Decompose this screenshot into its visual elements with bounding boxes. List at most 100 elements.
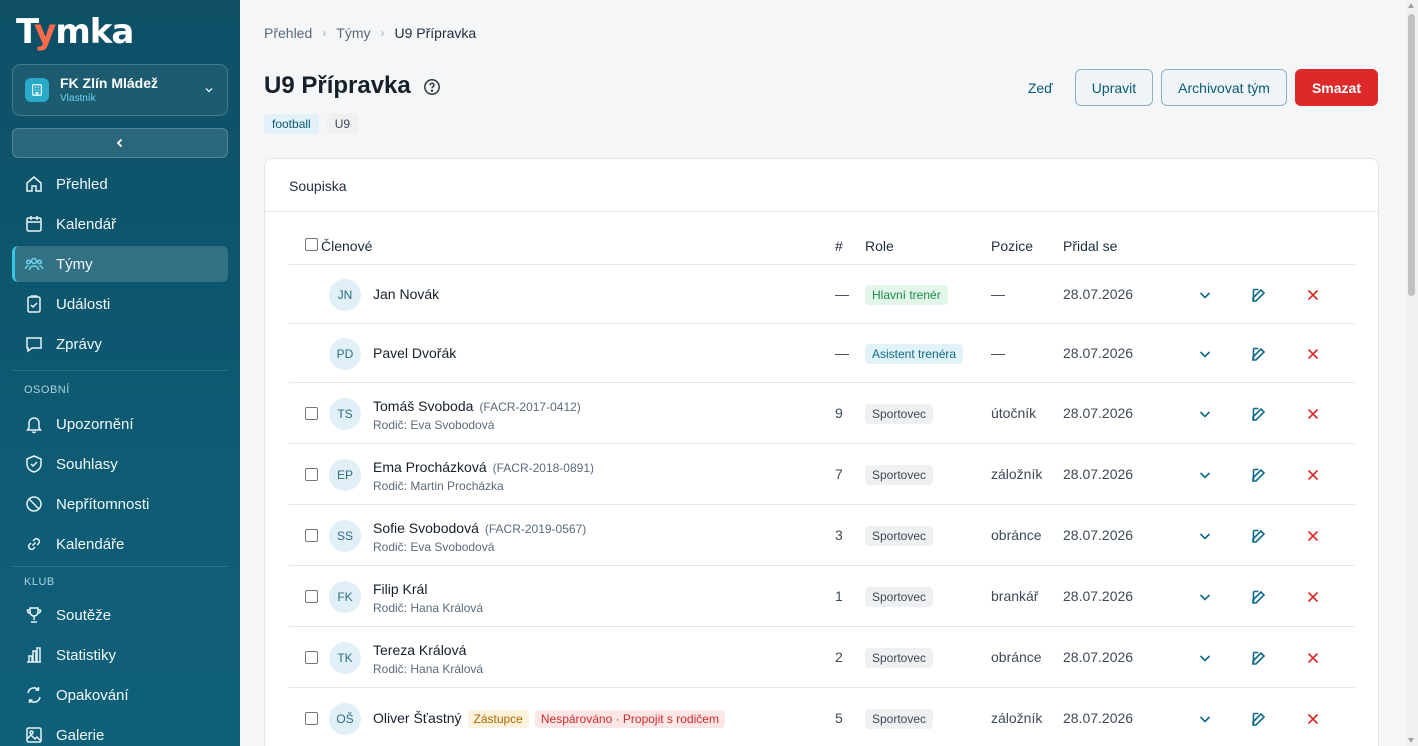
row-checkbox[interactable] xyxy=(305,406,318,420)
sidebar-item-competitions[interactable]: Soutěže xyxy=(12,597,228,633)
edit-team-button[interactable]: Upravit xyxy=(1074,69,1154,106)
delete-team-button[interactable]: Smazat xyxy=(1294,69,1378,106)
member-name-text: Filip Král xyxy=(373,580,428,597)
close-icon[interactable] xyxy=(1304,649,1322,667)
row-checkbox[interactable] xyxy=(305,589,318,603)
club-switcher[interactable]: FK Zlín Mládež Vlastník xyxy=(12,64,228,116)
scroll-down-icon[interactable] xyxy=(1408,738,1414,743)
sidebar-item-consents[interactable]: Souhlasy xyxy=(12,446,228,482)
row-checkbox[interactable] xyxy=(305,467,318,481)
close-icon[interactable] xyxy=(1304,345,1322,363)
breadcrumb-overview[interactable]: Přehled xyxy=(264,25,312,41)
edit-icon[interactable] xyxy=(1250,527,1268,545)
close-icon[interactable] xyxy=(1304,588,1322,606)
member-name-text: Tomáš Svoboda xyxy=(373,397,474,414)
parent-name: Rodič: Hana Králová xyxy=(373,661,484,676)
repeat-icon xyxy=(27,687,41,703)
select-all-checkbox[interactable] xyxy=(305,238,318,251)
role-badge: Sportovec xyxy=(865,647,934,668)
edit-icon[interactable] xyxy=(1250,649,1268,667)
role-badge: Sportovec xyxy=(865,525,934,546)
member-name[interactable]: Filip Král xyxy=(373,581,427,597)
column-role: Role xyxy=(865,238,894,254)
trophy-icon xyxy=(26,607,42,623)
row-checkbox[interactable] xyxy=(305,650,318,664)
avatar: PD xyxy=(329,337,361,370)
chevron-down-icon[interactable] xyxy=(1196,405,1214,423)
edit-icon[interactable] xyxy=(1250,405,1268,423)
card-divider xyxy=(265,211,1378,212)
calendar-icon xyxy=(26,216,42,232)
collapse-sidebar-button[interactable] xyxy=(12,128,228,158)
main-content: Přehled › Týmy › U9 Přípravka U9 Příprav… xyxy=(240,0,1405,746)
joined-date: 28.07.2026 xyxy=(1063,285,1134,302)
team-tags: football U9 xyxy=(264,114,359,134)
sidebar-item-recurring[interactable]: Opakování xyxy=(12,677,228,713)
member-name[interactable]: Tomáš Svoboda (FACR-2017-0412) xyxy=(373,398,581,414)
close-icon[interactable] xyxy=(1304,710,1322,728)
edit-icon[interactable] xyxy=(1250,588,1268,606)
sidebar-item-calendar[interactable]: Kalendář xyxy=(12,206,228,242)
sidebar-item-statistics[interactable]: Statistiky xyxy=(12,637,228,673)
close-icon[interactable] xyxy=(1304,286,1322,304)
link-parent-badge[interactable]: Nespárováno · Propojit s rodičem xyxy=(534,709,725,728)
row-checkbox[interactable] xyxy=(305,528,318,542)
sidebar-item-messages[interactable]: Zprávy xyxy=(12,326,228,362)
edit-icon[interactable] xyxy=(1250,286,1268,304)
sidebar-item-calendars[interactable]: Kalendáře xyxy=(12,526,228,562)
close-icon[interactable] xyxy=(1304,527,1322,545)
chevron-down-icon[interactable] xyxy=(1196,588,1214,606)
position-value: — xyxy=(991,285,1005,302)
chevron-down-icon[interactable] xyxy=(1196,649,1214,667)
sidebar-item-overview[interactable]: Přehled xyxy=(12,166,228,202)
chevron-right-icon: › xyxy=(322,26,327,40)
sidebar-item-events[interactable]: Události xyxy=(12,286,228,322)
close-icon[interactable] xyxy=(1304,466,1322,484)
chevron-down-icon[interactable] xyxy=(1196,345,1214,363)
page-scrollbar[interactable] xyxy=(1405,0,1418,746)
ban-icon xyxy=(26,496,42,512)
help-icon[interactable] xyxy=(423,78,441,96)
page-actions: Zeď Upravit Archivovat tým Smazat xyxy=(1014,69,1378,106)
close-icon[interactable] xyxy=(1304,405,1322,423)
chevron-down-icon[interactable] xyxy=(1196,710,1214,728)
substitute-badge: Zástupce xyxy=(467,709,529,728)
edit-icon[interactable] xyxy=(1250,710,1268,728)
avatar: EP xyxy=(329,458,361,491)
scroll-up-icon[interactable] xyxy=(1408,3,1414,8)
member-name[interactable]: Ema Procházková (FACR-2018-0891) xyxy=(373,459,594,475)
avatar: TS xyxy=(329,397,361,430)
member-name[interactable]: Pavel Dvořák xyxy=(373,345,456,361)
member-name[interactable]: Sofie Svobodová (FACR-2019-0567) xyxy=(373,520,586,536)
scrollbar-thumb[interactable] xyxy=(1408,14,1415,296)
sidebar-item-gallery[interactable]: Galerie xyxy=(12,717,228,746)
member-name[interactable]: Tereza Králová xyxy=(373,642,466,658)
registration-number: (FACR-2017-0412) xyxy=(479,399,581,414)
row-checkbox[interactable] xyxy=(305,711,318,725)
table-row: FK Filip Král Rodič: Hana Králová 1 Sportove… xyxy=(289,566,1355,627)
jersey-number: — xyxy=(835,344,849,361)
sidebar-item-absences[interactable]: Nepřítomnosti xyxy=(12,486,228,522)
archive-team-button[interactable]: Archivovat tým xyxy=(1161,69,1287,106)
chevron-down-icon[interactable] xyxy=(1196,286,1214,304)
app-logo[interactable]: Tymka xyxy=(16,12,134,52)
sidebar-divider xyxy=(12,566,228,567)
wall-button[interactable]: Zeď xyxy=(1014,69,1067,106)
section-label-club: KLUB xyxy=(24,576,55,588)
member-name[interactable]: Oliver Šťastný Zástupce Nespárováno · Prop… xyxy=(373,709,725,728)
chevron-down-icon xyxy=(205,87,213,93)
edit-icon[interactable] xyxy=(1250,466,1268,484)
table-row: TS Tomáš Svoboda (FACR-2017-0412) Rodič: Ev… xyxy=(289,383,1355,444)
table-row: SS Sofie Svobodová (FACR-2019-0567) Rodič: … xyxy=(289,505,1355,566)
chevron-right-icon: › xyxy=(380,26,385,40)
edit-icon[interactable] xyxy=(1250,345,1268,363)
position-value: obránce xyxy=(991,526,1042,543)
sidebar-item-notifications[interactable]: Upozornění xyxy=(12,406,228,442)
breadcrumb-teams[interactable]: Týmy xyxy=(336,25,370,41)
role-badge: Sportovec xyxy=(865,708,934,729)
sidebar-item-teams[interactable]: Týmy xyxy=(12,246,228,282)
member-name[interactable]: Jan Novák xyxy=(373,286,439,302)
chevron-down-icon[interactable] xyxy=(1196,527,1214,545)
sidebar: Tymka FK Zlín Mládež Vlastník Přehled Ka… xyxy=(0,0,240,746)
chevron-down-icon[interactable] xyxy=(1196,466,1214,484)
